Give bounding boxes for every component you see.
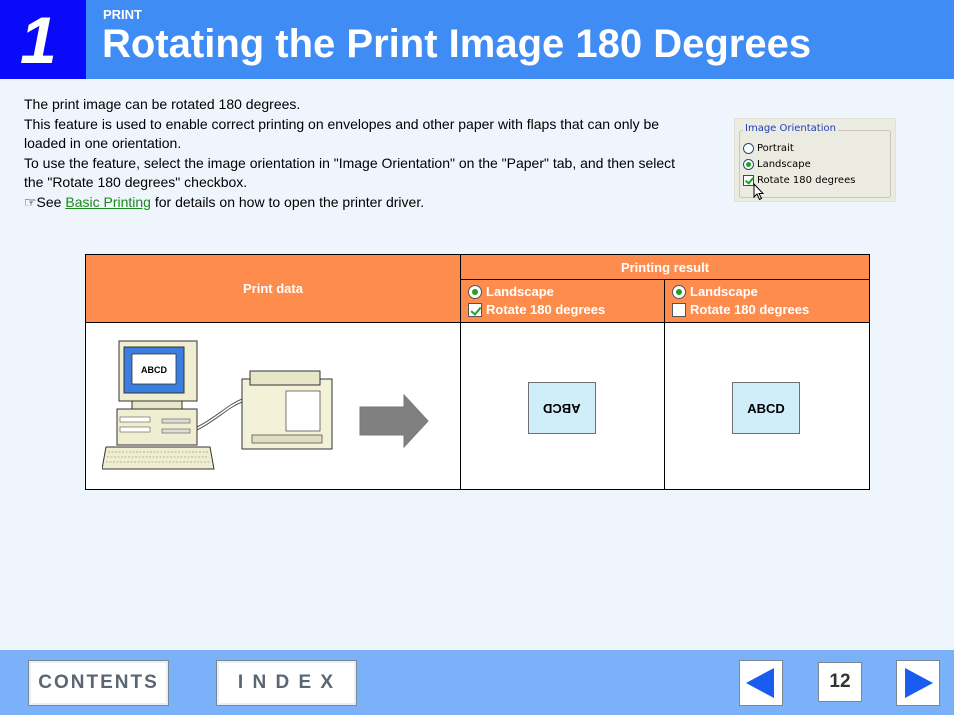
result-a-rotate: Rotate 180 degrees <box>486 302 606 317</box>
computer-printer-illustration: ABCD <box>102 340 429 470</box>
contents-button[interactable]: CONTENTS <box>28 660 169 706</box>
section-label: PRINT <box>103 7 142 22</box>
intro-line-3: To use the feature, select the image ori… <box>24 154 676 191</box>
result-a-orientation: Landscape <box>486 284 554 299</box>
previous-page-button[interactable] <box>739 660 783 706</box>
normal-paper-sample: ABCD <box>732 382 800 434</box>
groupbox-legend: Image Orientation <box>743 123 838 134</box>
checkbox-unchecked-icon <box>672 303 686 317</box>
result-b-cell: ABCD <box>664 322 870 490</box>
intro-line-1: The print image can be rotated 180 degre… <box>24 96 301 112</box>
intro-line-2: This feature is used to enable correct p… <box>24 115 660 152</box>
result-b-orientation: Landscape <box>690 284 758 299</box>
rotation-results-table: Print data Printing result Landscape Rot… <box>85 254 870 490</box>
intro-text: The print image can be rotated 180 degre… <box>24 95 694 212</box>
landscape-label: Landscape <box>757 159 811 170</box>
result-a-cell: ABCD <box>460 322 665 490</box>
monitor-icon: ABCD <box>118 340 198 410</box>
monitor-screen-text: ABCD <box>141 365 167 375</box>
image-orientation-dialog: Image Orientation Portrait Landscape Rot… <box>734 118 896 202</box>
radio-icon <box>672 285 686 299</box>
result-b-header: Landscape Rotate 180 degrees <box>664 279 870 323</box>
see-prefix: ☞See <box>24 193 66 210</box>
next-page-button[interactable] <box>896 660 940 706</box>
see-suffix: for details on how to open the printer d… <box>150 193 425 210</box>
landscape-option: Landscape <box>743 159 811 170</box>
portrait-option: Portrait <box>743 143 794 154</box>
print-data-cell: ABCD <box>85 322 461 490</box>
printer-icon <box>241 370 333 450</box>
result-b-rotate: Rotate 180 degrees <box>690 302 810 317</box>
radio-icon <box>468 285 482 299</box>
index-button[interactable]: I N D E X <box>216 660 357 706</box>
flow-arrow-icon <box>359 393 429 449</box>
chapter-badge: 1 <box>0 0 86 79</box>
result-a-header: Landscape Rotate 180 degrees <box>460 279 665 323</box>
right-arrow-icon <box>905 668 933 698</box>
portrait-label: Portrait <box>757 143 794 154</box>
rotate-label: Rotate 180 degrees <box>757 175 856 186</box>
basic-printing-link[interactable]: Basic Printing <box>65 194 151 210</box>
print-data-header: Print data <box>85 254 461 323</box>
mouse-cursor-icon <box>753 183 765 201</box>
see-also: ☞See Basic Printing for details on how t… <box>24 193 694 213</box>
portrait-radio <box>743 143 754 154</box>
keyboard-icon <box>102 446 215 470</box>
normal-sample-text: ABCD <box>747 400 785 416</box>
landscape-radio <box>743 159 754 170</box>
rotated-paper-sample: ABCD <box>528 382 596 434</box>
checkbox-checked-icon <box>468 303 482 317</box>
page-number: 12 <box>818 662 862 702</box>
page-title: Rotating the Print Image 180 Degrees <box>102 22 812 66</box>
left-arrow-icon <box>746 668 774 698</box>
chapter-number: 1 <box>20 3 57 77</box>
rotated-sample-text: ABCD <box>543 400 581 416</box>
desktop-cpu-icon <box>116 408 198 446</box>
printing-result-header: Printing result <box>460 254 870 280</box>
